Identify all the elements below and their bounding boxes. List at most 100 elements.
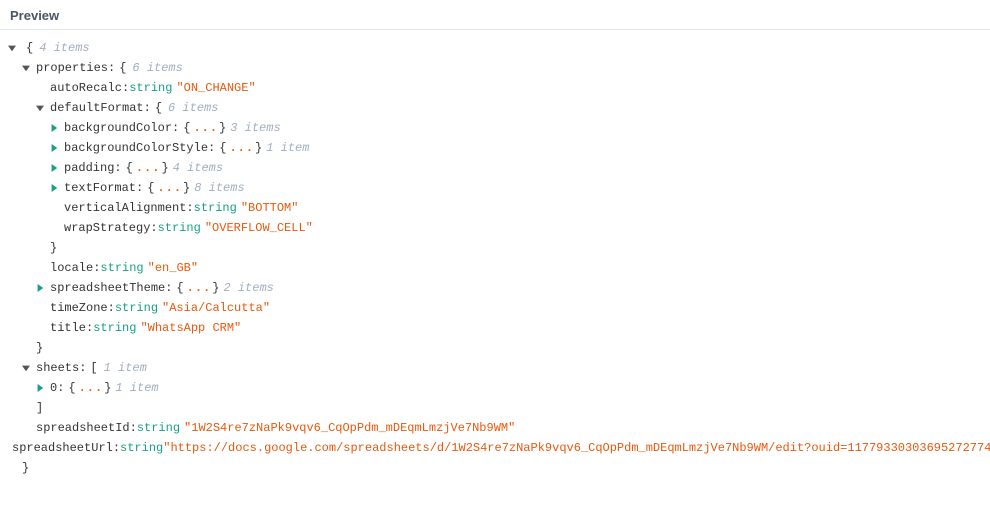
ellipsis-icon: ... [136,162,161,174]
value-string: "WhatsApp CRM" [140,322,241,334]
item-count: 8 items [194,182,244,194]
key-label: spreadsheetUrl [12,442,113,454]
open-brace: { [183,122,190,134]
open-brace: { [176,282,183,294]
key-label: title [50,322,86,334]
root-close: } [0,458,990,478]
close-bracket: ] [36,402,43,414]
type-label: string [120,442,163,454]
ellipsis-icon: ... [79,382,104,394]
item-count: 6 items [168,102,218,114]
open-brace: { [26,42,33,54]
colon: : [144,102,151,114]
colon: : [150,222,157,234]
key-label: 0 [50,382,57,394]
root-row[interactable]: { 4 items [0,38,990,58]
verticalalignment-row[interactable]: verticalAlignment : string "BOTTOM" [0,198,990,218]
value-string: "1W2S4re7zNaPk9vqv6_CqOpPdm_mDEqmLmzjVe7… [184,422,515,434]
autorecalc-row[interactable]: autoRecalc : string "ON_CHANGE" [0,78,990,98]
properties-close: } [0,338,990,358]
value-string: "Asia/Calcutta" [162,302,270,314]
item-count: 4 items [39,42,89,54]
chevron-down-icon[interactable] [6,42,18,54]
key-label: defaultFormat [50,102,144,114]
close-brace: } [22,462,29,474]
colon: : [57,382,64,394]
value-string: "ON_CHANGE" [176,82,255,94]
close-brace: } [161,162,168,174]
chevron-right-icon[interactable] [34,282,46,294]
colon: : [113,442,120,454]
chevron-right-icon[interactable] [34,382,46,394]
key-label: properties [36,62,108,74]
colon: : [136,182,143,194]
preview-header: Preview [0,0,990,30]
open-brace: { [155,102,162,114]
ellipsis-icon: ... [157,182,182,194]
key-label: autoRecalc [50,82,122,94]
sheets-0-row[interactable]: 0 : { ... } 1 item [0,378,990,398]
key-label: backgroundColorStyle [64,142,208,154]
close-brace: } [50,242,57,254]
type-label: string [129,82,172,94]
colon: : [122,82,129,94]
value-string: "https://docs.google.com/spreadsheets/d/… [163,442,990,454]
spreadsheettheme-row[interactable]: spreadsheetTheme : { ... } 2 items [0,278,990,298]
sheets-row[interactable]: sheets : [ 1 item [0,358,990,378]
backgroundcolorstyle-row[interactable]: backgroundColorStyle : { ... } 1 item [0,138,990,158]
colon: : [208,142,215,154]
type-label: string [100,262,143,274]
open-brace: { [119,62,126,74]
chevron-right-icon[interactable] [48,122,60,134]
backgroundcolor-row[interactable]: backgroundColor : { ... } 3 items [0,118,990,138]
chevron-right-icon[interactable] [48,182,60,194]
close-brace: } [104,382,111,394]
colon: : [114,162,121,174]
padding-row[interactable]: padding : { ... } 4 items [0,158,990,178]
item-count: 1 item [104,362,147,374]
chevron-down-icon[interactable] [20,362,32,374]
wrapstrategy-row[interactable]: wrapStrategy : string "OVERFLOW_CELL" [0,218,990,238]
close-brace: } [255,142,262,154]
type-label: string [115,302,158,314]
sheets-close: ] [0,398,990,418]
item-count: 1 item [266,142,309,154]
defaultformat-row[interactable]: defaultFormat : { 6 items [0,98,990,118]
spreadsheetid-row[interactable]: spreadsheetId : string "1W2S4re7zNaPk9vq… [0,418,990,438]
defaultformat-close: } [0,238,990,258]
close-brace: } [212,282,219,294]
colon: : [93,262,100,274]
ellipsis-icon: ... [187,282,212,294]
open-bracket: [ [90,362,97,374]
chevron-down-icon[interactable] [34,102,46,114]
colon: : [108,302,115,314]
colon: : [108,62,115,74]
type-label: string [93,322,136,334]
open-brace: { [219,142,226,154]
timezone-row[interactable]: timeZone : string "Asia/Calcutta" [0,298,990,318]
chevron-right-icon[interactable] [48,162,60,174]
item-count: 2 items [223,282,273,294]
key-label: spreadsheetId [36,422,130,434]
properties-row[interactable]: properties : { 6 items [0,58,990,78]
spreadsheeturl-row[interactable]: spreadsheetUrl : string "https://docs.go… [0,438,990,458]
colon: : [79,362,86,374]
value-string: "OVERFLOW_CELL" [205,222,313,234]
item-count: 6 items [132,62,182,74]
value-string: "BOTTOM" [241,202,299,214]
locale-row[interactable]: locale : string "en_GB" [0,258,990,278]
key-label: verticalAlignment [64,202,186,214]
item-count: 3 items [230,122,280,134]
open-brace: { [147,182,154,194]
close-brace: } [36,342,43,354]
textformat-row[interactable]: textFormat : { ... } 8 items [0,178,990,198]
colon: : [165,282,172,294]
json-tree: { 4 items properties : { 6 items autoRec… [0,30,990,486]
chevron-right-icon[interactable] [48,142,60,154]
close-brace: } [183,182,190,194]
item-count: 1 item [115,382,158,394]
colon: : [186,202,193,214]
chevron-down-icon[interactable] [20,62,32,74]
title-row[interactable]: title : string "WhatsApp CRM" [0,318,990,338]
ellipsis-icon: ... [193,122,218,134]
